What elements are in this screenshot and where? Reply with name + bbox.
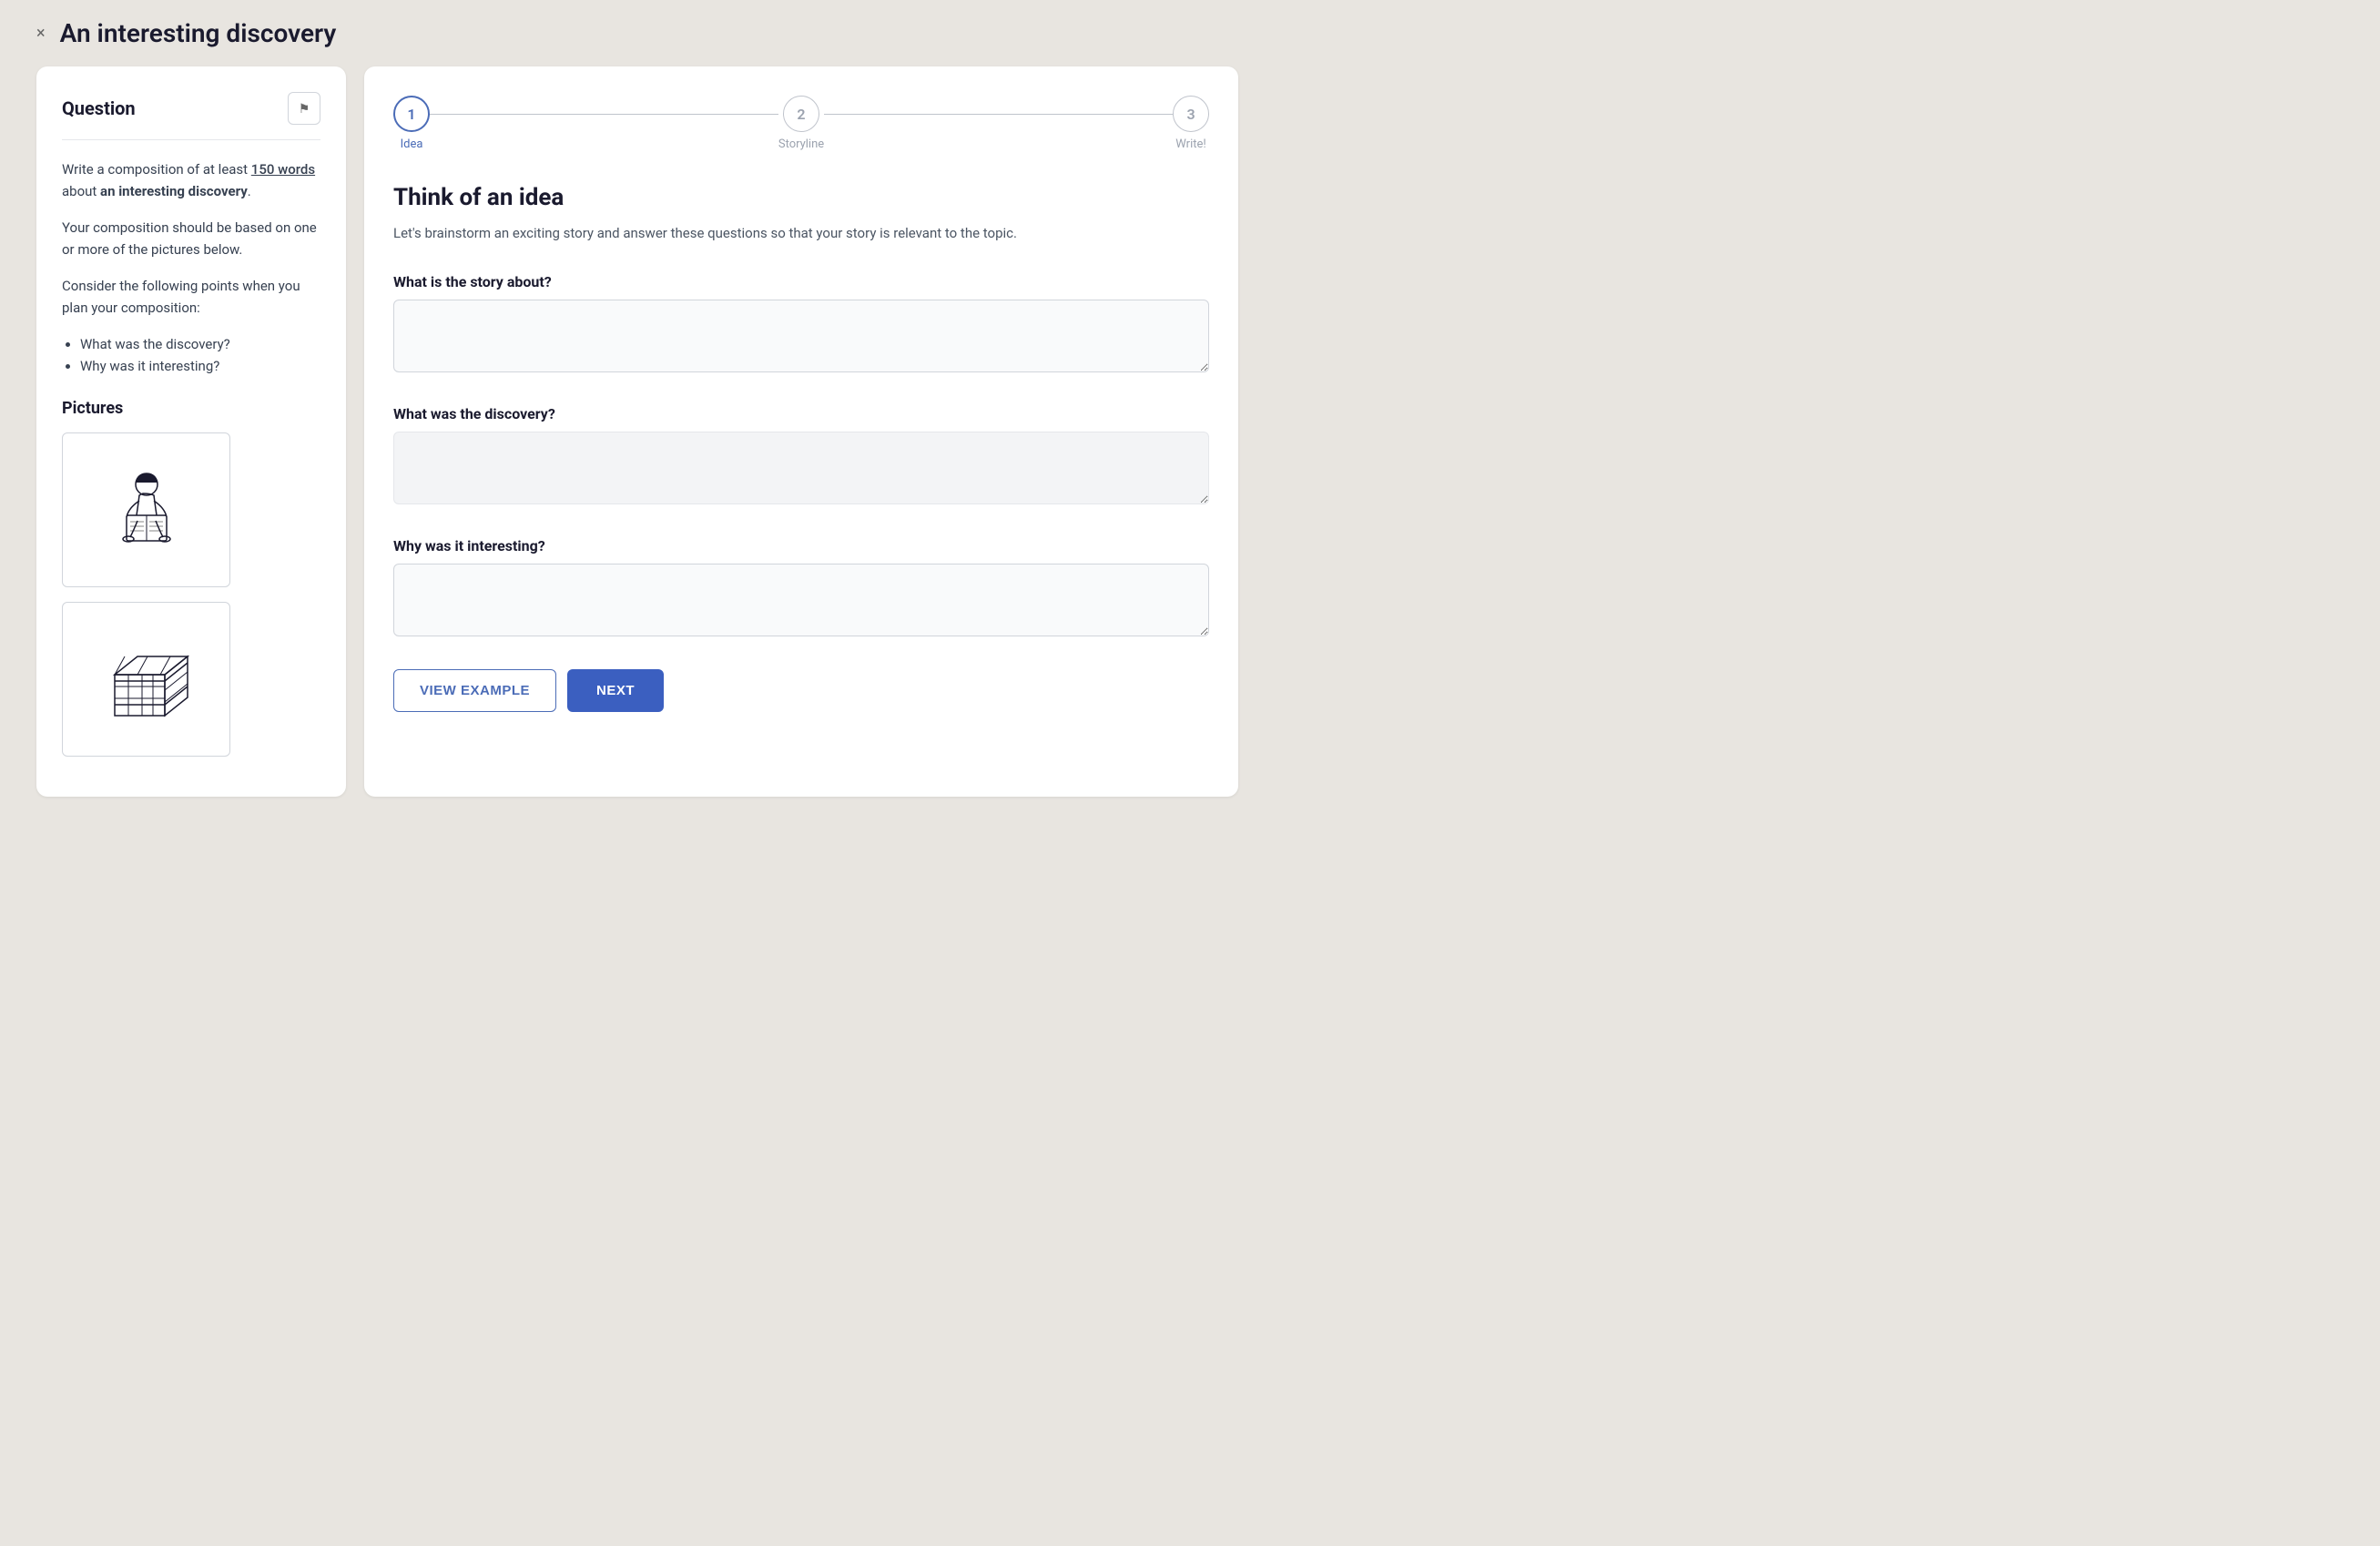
left-panel: Question ⚑ Write a composition of at lea… [36, 66, 346, 797]
step-1-circle: 1 [393, 96, 430, 132]
question-block-1: What is the story about? [393, 273, 1209, 398]
bullet-item-2: Why was it interesting? [80, 355, 320, 377]
panel-header: Question ⚑ [62, 92, 320, 140]
picture-1 [62, 432, 230, 587]
pictures-title: Pictures [62, 399, 320, 418]
view-example-button[interactable]: VIEW EXAMPLE [393, 669, 556, 712]
step-3: 3 Write! [1173, 96, 1209, 151]
bold-topic: an interesting discovery [100, 183, 248, 199]
step-3-circle: 3 [1173, 96, 1209, 132]
question-label-3: Why was it interesting? [393, 537, 1209, 554]
step-line-2 [824, 114, 1173, 116]
paragraph2: Your composition should be based on one … [62, 217, 320, 260]
step-line-1 [430, 114, 778, 116]
section-heading: Think of an idea [393, 184, 1209, 211]
step-2-circle: 2 [783, 96, 819, 132]
right-panel: 1 Idea 2 Storyline 3 Write! Think of an … [364, 66, 1238, 797]
paragraph3: Consider the following points when you p… [62, 275, 320, 319]
section-subtitle: Let's brainstorm an exciting story and a… [393, 222, 1031, 244]
picture-1-svg [101, 464, 192, 555]
progress-steps: 1 Idea 2 Storyline 3 Write! [393, 96, 1209, 151]
question-label-2: What was the discovery? [393, 405, 1209, 422]
bullet-item-1: What was the discovery? [80, 333, 320, 355]
question-block-2: What was the discovery? [393, 405, 1209, 530]
instruction-text: Write a composition of at least 150 word… [62, 158, 320, 202]
step-2-label: Storyline [778, 137, 824, 151]
next-button[interactable]: NEXT [567, 669, 664, 712]
step-1: 1 Idea [393, 96, 430, 151]
question-panel-title: Question [62, 97, 136, 119]
instruction-part1: Write a composition of at least [62, 161, 251, 178]
flag-icon: ⚑ [299, 101, 310, 117]
step-1-label: Idea [401, 137, 423, 151]
instruction-part2: about [62, 183, 100, 199]
word-count-link: 150 words [251, 161, 315, 178]
button-row: VIEW EXAMPLE NEXT [393, 669, 1209, 712]
main-content: Question ⚑ Write a composition of at lea… [0, 66, 1275, 833]
instruction-end: . [248, 183, 251, 199]
page-title: An interesting discovery [60, 18, 337, 48]
flag-button[interactable]: ⚑ [288, 92, 320, 125]
step-3-label: Write! [1175, 137, 1205, 151]
picture-2 [62, 602, 230, 757]
question-label-1: What is the story about? [393, 273, 1209, 290]
answer-textarea-2[interactable] [393, 432, 1209, 504]
answer-textarea-3[interactable] [393, 564, 1209, 636]
answer-textarea-1[interactable] [393, 300, 1209, 372]
picture-2-svg [101, 634, 192, 725]
question-block-3: Why was it interesting? [393, 537, 1209, 662]
step-2: 2 Storyline [778, 96, 824, 151]
bullet-list: What was the discovery? Why was it inter… [62, 333, 320, 377]
top-bar: × An interesting discovery [0, 0, 2380, 66]
close-icon[interactable]: × [36, 24, 46, 43]
